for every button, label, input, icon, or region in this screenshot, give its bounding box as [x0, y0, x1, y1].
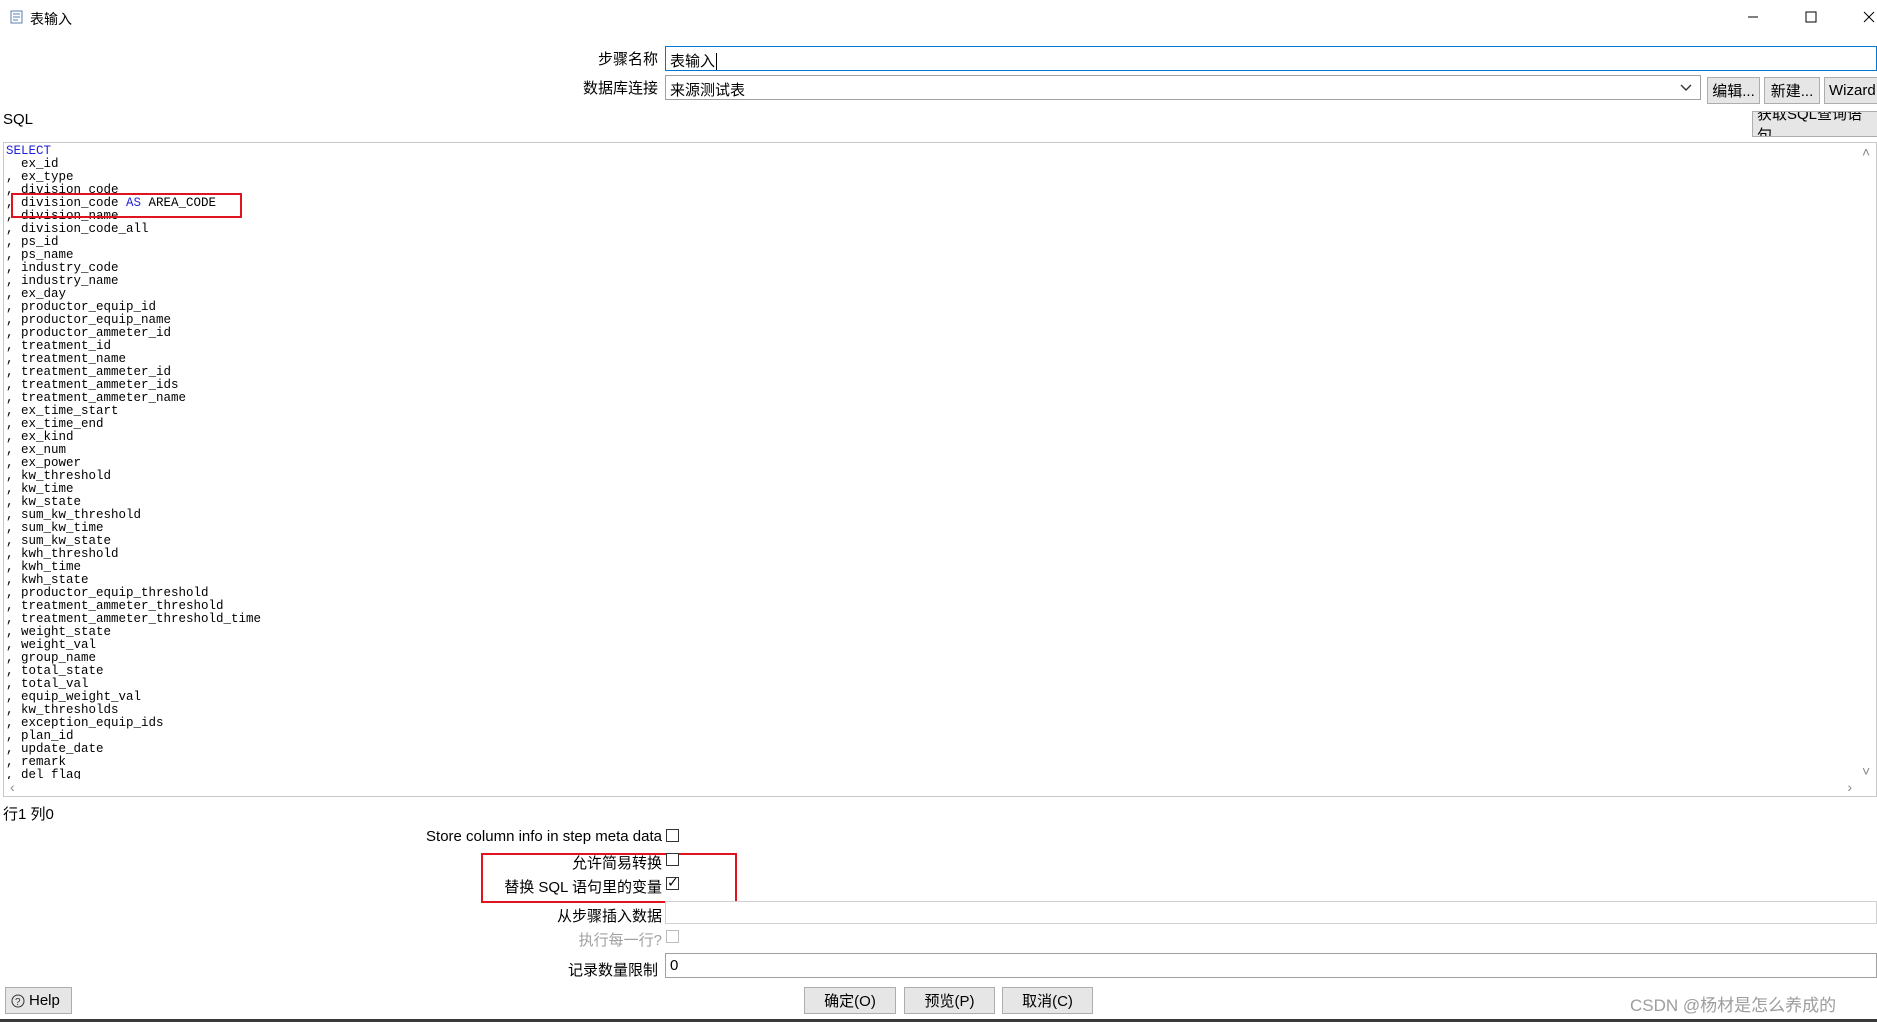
- new-connection-button[interactable]: 新建...: [1764, 77, 1820, 104]
- annotation-box-area-code: [11, 193, 242, 218]
- sql-label: SQL: [3, 111, 34, 128]
- execute-each-row-label: 执行每一行?: [578, 932, 662, 949]
- wizard-button[interactable]: Wizard...: [1824, 77, 1877, 104]
- insert-from-step-select[interactable]: [665, 901, 1877, 924]
- help-button[interactable]: ? Help: [5, 987, 72, 1014]
- db-connection-select[interactable]: 来源测试表: [665, 75, 1701, 100]
- maximize-button[interactable]: [1788, 0, 1834, 34]
- replace-variables-label: 替换 SQL 语句里的变量: [504, 879, 662, 896]
- scroll-up-icon[interactable]: ˄: [1862, 145, 1870, 159]
- cancel-button[interactable]: 取消(C): [1002, 987, 1093, 1014]
- get-sql-button[interactable]: 获取SQL查询语句...: [1752, 111, 1877, 137]
- scroll-right-icon[interactable]: ›: [1847, 780, 1852, 794]
- svg-text:?: ?: [15, 997, 21, 1008]
- window-title: 表输入: [30, 11, 72, 27]
- vertical-scrollbar[interactable]: ˄ ˅: [1859, 143, 1876, 780]
- sql-editor[interactable]: SELECT ex_id, ex_type, division_code, di…: [3, 142, 1877, 797]
- limit-value: 0: [670, 957, 679, 974]
- preview-button[interactable]: 预览(P): [904, 987, 995, 1014]
- store-column-info-checkbox[interactable]: [666, 829, 679, 842]
- close-icon: [1863, 11, 1875, 23]
- help-icon: ?: [11, 994, 25, 1008]
- checkmark-icon: ✓: [667, 874, 679, 890]
- step-name-input[interactable]: 表输入: [665, 46, 1877, 71]
- sql-text: SELECT ex_id, ex_type, division_code, di…: [6, 145, 261, 782]
- store-column-info-label: Store column info in step meta data: [426, 828, 662, 845]
- limit-label: 记录数量限制: [567, 962, 658, 979]
- sql-keyword-select: SELECT: [6, 144, 52, 158]
- step-name-value: 表输入: [670, 53, 716, 70]
- ok-button[interactable]: 确定(O): [804, 987, 896, 1014]
- chevron-down-icon: [1680, 84, 1692, 91]
- lazy-conversion-checkbox[interactable]: [666, 853, 679, 866]
- maximize-icon: [1805, 11, 1817, 23]
- scroll-left-icon[interactable]: ‹: [10, 780, 15, 794]
- edit-connection-button[interactable]: 编辑...: [1707, 77, 1760, 104]
- execute-each-row-checkbox[interactable]: [666, 930, 679, 943]
- replace-variables-checkbox[interactable]: ✓: [666, 874, 679, 890]
- step-name-label: 步骤名称: [597, 51, 658, 68]
- limit-input[interactable]: 0: [665, 953, 1877, 978]
- title-bar: 表输入: [0, 0, 1877, 34]
- minimize-button[interactable]: [1730, 0, 1776, 34]
- close-button[interactable]: [1846, 0, 1877, 34]
- db-connection-label: 数据库连接: [582, 80, 658, 97]
- insert-from-step-label: 从步骤插入数据: [556, 908, 662, 925]
- sql-lines: ex_id, ex_type, division_code, division_…: [6, 158, 261, 782]
- lazy-conversion-label: 允许简易转换: [571, 855, 662, 872]
- cursor-position: 行1 列0: [3, 806, 54, 823]
- scroll-down-icon[interactable]: ˅: [1862, 764, 1870, 778]
- help-button-label: Help: [29, 992, 60, 1009]
- db-connection-value: 来源测试表: [670, 82, 746, 99]
- minimize-icon: [1748, 16, 1758, 18]
- table-input-icon: [10, 10, 23, 24]
- watermark: CSDN @杨材是怎么养成的: [1630, 996, 1837, 1015]
- horizontal-scrollbar[interactable]: ‹ ›: [4, 779, 1860, 796]
